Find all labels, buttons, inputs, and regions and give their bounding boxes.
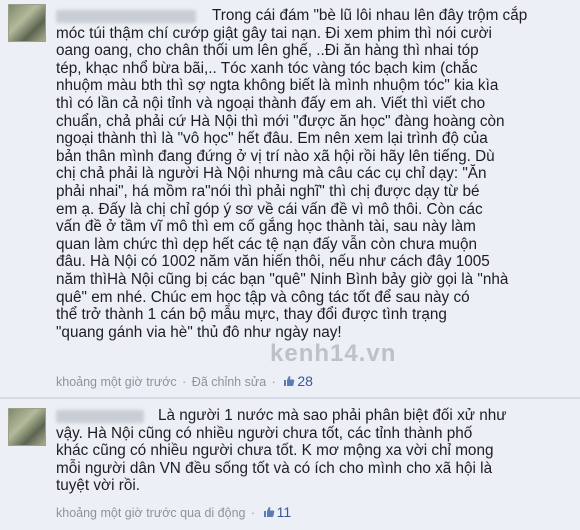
comment-timestamp[interactable]: khoảng một giờ trước	[56, 375, 177, 389]
comment-2: Là người 1 nước mà sao phải phân biệt đố…	[0, 400, 580, 530]
thumbs-up-icon	[263, 507, 274, 517]
comment-timestamp[interactable]: khoảng một giờ trước	[56, 506, 177, 520]
like-count[interactable]: 11	[261, 504, 292, 520]
edited-label[interactable]: Đã chỉnh sửa	[192, 375, 266, 389]
comment-meta: khoảng một giờ trước · Đã chỉnh sửa · 28	[56, 373, 313, 389]
thumbs-up-icon	[284, 376, 295, 386]
avatar[interactable]	[8, 4, 46, 42]
comment-divider	[0, 397, 580, 399]
like-count[interactable]: 28	[281, 373, 313, 389]
like-count-value: 28	[297, 373, 313, 389]
like-count-value: 11	[276, 504, 292, 520]
comment-meta: khoảng một giờ trước qua di động · 11	[56, 504, 292, 520]
comment-1: Trong cái đám "bè lũ lôi nhau lên đây tr…	[0, 0, 580, 398]
comment-body: Là người 1 nước mà sao phải phân biệt đố…	[56, 407, 507, 495]
avatar[interactable]	[8, 408, 46, 446]
comment-body: Trong cái đám "bè lũ lôi nhau lên đây tr…	[56, 7, 528, 341]
meta-separator: ·	[182, 375, 187, 389]
mobile-label[interactable]: qua di động	[180, 506, 245, 520]
